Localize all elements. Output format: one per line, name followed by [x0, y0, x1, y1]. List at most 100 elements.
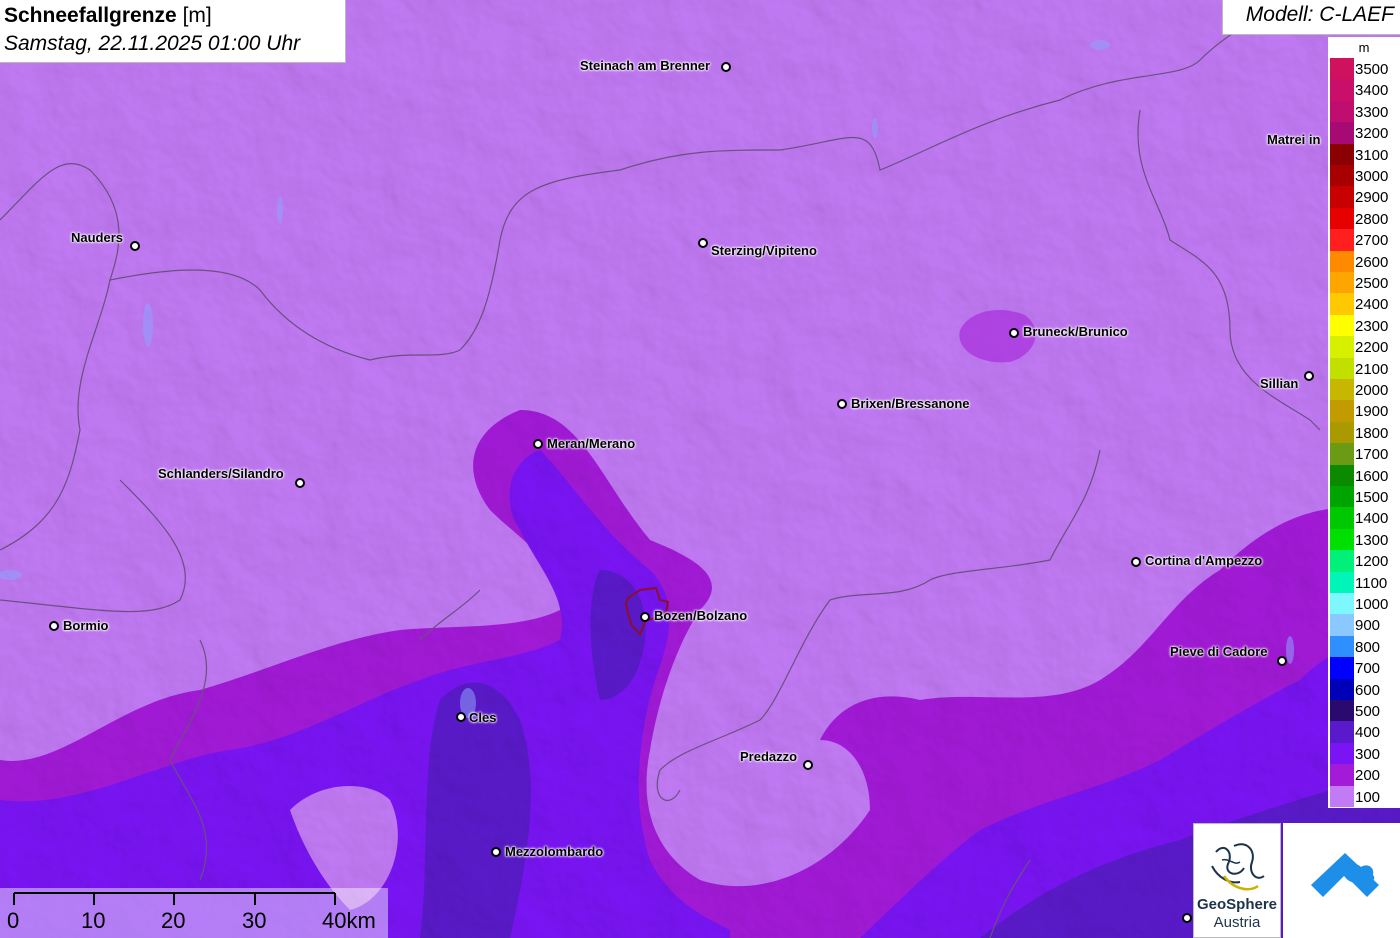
city-dot [533, 439, 543, 449]
city-label: Brixen/Bressanone [851, 396, 970, 411]
legend-item: 2800 [1328, 207, 1400, 230]
legend-label: 2800 [1355, 210, 1389, 228]
city-dot [491, 847, 501, 857]
legend-item: 1900 [1328, 400, 1400, 422]
legend-swatch [1330, 550, 1354, 572]
legend-swatch [1330, 700, 1354, 722]
legend-swatch [1330, 250, 1354, 272]
legend-label: 1500 [1355, 489, 1389, 506]
legend-label: 1700 [1355, 446, 1389, 464]
map-title-box: Schneefallgrenze [m] Samstag, 22.11.2025… [0, 0, 346, 63]
legend-item: 1400 [1328, 507, 1400, 529]
legend-label: 1300 [1355, 531, 1389, 549]
legend-swatch [1330, 593, 1354, 615]
legend-label: 2500 [1355, 275, 1389, 292]
legend-label: 3300 [1355, 103, 1389, 121]
legend-swatch [1330, 507, 1354, 529]
legend-swatch [1330, 635, 1354, 658]
city-dot [803, 760, 813, 770]
legend-label: 800 [1355, 638, 1381, 656]
legend-item: 2300 [1328, 314, 1400, 337]
title-text: Schneefallgrenze [4, 4, 177, 27]
city-label: Matrei in [1267, 132, 1321, 147]
legend-label: 500 [1355, 703, 1381, 720]
legend-swatch [1330, 464, 1354, 486]
legend-label: 1600 [1355, 467, 1389, 485]
city-dot [698, 238, 708, 248]
scale-label: 0 [7, 908, 20, 933]
legend-swatch [1330, 379, 1354, 401]
city-dot [1182, 913, 1192, 923]
city-label: Bruneck/Brunico [1023, 324, 1128, 339]
legend-item: 1000 [1328, 593, 1400, 615]
legend-item: 2900 [1328, 186, 1400, 208]
legend-swatch [1330, 764, 1354, 786]
legend-item: 500 [1328, 700, 1400, 722]
scale-label: 40km [322, 908, 376, 933]
legend-label: 3400 [1355, 82, 1389, 100]
legend-swatch [1330, 100, 1354, 123]
legend-label: 2700 [1355, 232, 1389, 250]
legend-item: 2600 [1328, 250, 1400, 272]
legend-swatch [1330, 293, 1354, 315]
legend-item: 900 [1328, 614, 1400, 636]
geosphere-austria-logo[interactable]: GeoSphere Austria [1193, 823, 1281, 938]
house-snow-icon [1311, 853, 1379, 897]
legend-label: 1100 [1355, 574, 1388, 592]
legend-swatch [1330, 400, 1354, 422]
legend-item: 2100 [1328, 357, 1400, 379]
legend-label: 2900 [1355, 189, 1389, 207]
legend-label: 2100 [1355, 360, 1389, 378]
legend-swatch [1330, 721, 1354, 743]
city-dot [1304, 371, 1314, 381]
city-label: Schlanders/Silandro [158, 466, 284, 481]
legend-swatch [1330, 571, 1354, 593]
legend-swatch [1330, 678, 1354, 700]
legend-item: 3200 [1328, 122, 1400, 144]
home-logo[interactable] [1283, 823, 1400, 938]
legend-swatch [1330, 58, 1354, 80]
legend-swatch [1330, 336, 1354, 358]
legend-label: 100 [1355, 788, 1381, 806]
legend-swatch [1330, 229, 1354, 251]
scale-bar: 0 10 20 30 40km [0, 888, 388, 938]
legend-item: 3300 [1328, 100, 1400, 123]
legend-item: 400 [1328, 721, 1400, 743]
legend-item: 800 [1328, 635, 1400, 658]
legend-item: 3400 [1328, 79, 1400, 101]
city-label: Predazzo [740, 749, 798, 764]
city-dot [1009, 328, 1019, 338]
legend-label: 200 [1355, 767, 1381, 785]
city-label: Pieve di Cadore [1170, 644, 1268, 659]
scale-label: 30 [242, 908, 267, 933]
city-label: Cles [469, 710, 497, 725]
legend-label: 3500 [1355, 61, 1389, 78]
legend-item: 3500 [1328, 58, 1400, 80]
city-label: Bormio [63, 618, 109, 633]
model-label: Modell: C-LAEF [1222, 0, 1400, 35]
city-dot [456, 712, 466, 722]
city-label: Steinach am Brenner [580, 58, 711, 73]
legend-swatch [1330, 614, 1354, 636]
city-label: Meran/Merano [547, 436, 636, 451]
legend-swatch [1330, 143, 1354, 165]
city-dot [721, 62, 731, 72]
legend-swatch [1330, 207, 1354, 230]
legend-swatch [1330, 486, 1354, 508]
legend-item: 1300 [1328, 528, 1400, 551]
legend-item: 2400 [1328, 293, 1400, 315]
legend-label: 3200 [1355, 125, 1389, 143]
legend-label: 1900 [1355, 403, 1389, 421]
city-dot [1131, 557, 1141, 567]
legend-label: 2400 [1355, 296, 1389, 314]
legend-label: 900 [1355, 617, 1381, 635]
legend-swatch [1330, 742, 1354, 765]
city-dot [49, 621, 59, 631]
legend-swatch [1330, 443, 1354, 465]
legend-swatch [1330, 357, 1354, 379]
legend-item: 1500 [1328, 486, 1400, 508]
legend-item: 1700 [1328, 443, 1400, 465]
legend-label: 700 [1355, 660, 1381, 678]
city-dot [1277, 656, 1287, 666]
city-dot [295, 478, 305, 488]
